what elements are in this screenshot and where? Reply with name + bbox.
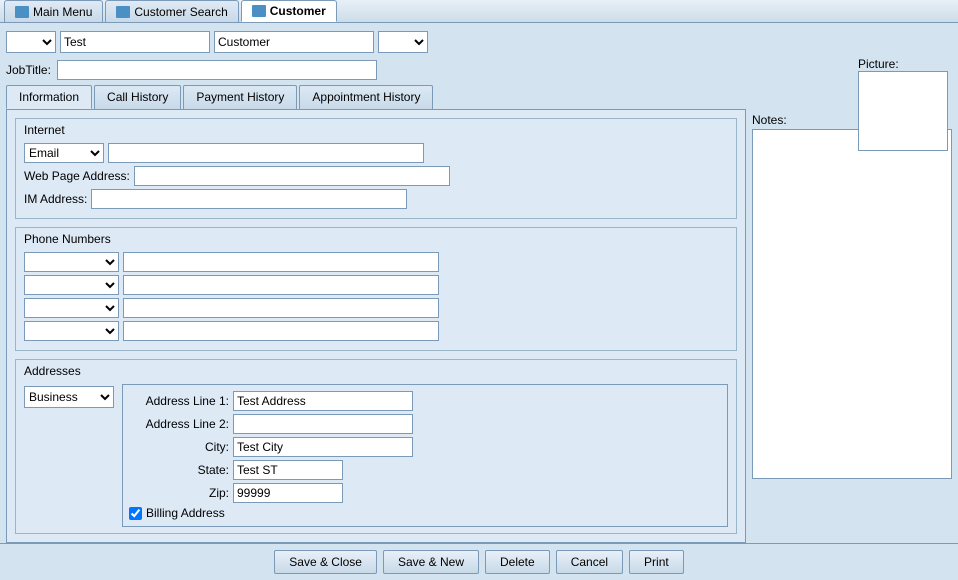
address-type-select[interactable]: Business Home Other [24, 386, 114, 408]
phone-type-select-2[interactable]: HomeWorkMobileFax [24, 275, 119, 295]
phone-row-1: HomeWorkMobileFax [24, 252, 728, 272]
tab-bar: Main Menu Customer Search Customer [0, 0, 958, 23]
tab-customer-label: Customer [270, 4, 326, 18]
information-tab-content: Internet Email Email2 Email3 [6, 110, 746, 543]
city-row: City: [129, 437, 721, 457]
tab-customer-search[interactable]: Customer Search [105, 0, 238, 22]
address-fields: Address Line 1: Address Line 2: City: [122, 384, 728, 527]
phone-input-3[interactable] [123, 298, 439, 318]
billing-checkbox[interactable] [129, 507, 142, 520]
person-icon [252, 5, 266, 17]
internet-section: Internet Email Email2 Email3 [15, 118, 737, 219]
print-button[interactable]: Print [629, 550, 684, 574]
state-input[interactable] [233, 460, 343, 480]
tab-payment-history[interactable]: Payment History [183, 85, 297, 109]
picture-area: Picture: [858, 57, 948, 151]
phone-input-4[interactable] [123, 321, 439, 341]
first-name-input[interactable] [60, 31, 210, 53]
phone-input-2[interactable] [123, 275, 439, 295]
city-label: City: [129, 440, 229, 454]
prefix-select[interactable]: Mr. Mrs. Ms. Dr. [6, 31, 56, 53]
main-window: Main Menu Customer Search Customer Pictu… [0, 0, 958, 573]
tab-customer[interactable]: Customer [241, 0, 337, 22]
jobtitle-row: JobTitle: [6, 59, 952, 81]
email-input[interactable] [108, 143, 424, 163]
home-icon [15, 6, 29, 18]
email-row: Email Email2 Email3 [24, 143, 728, 163]
billing-row: Billing Address [129, 506, 721, 520]
last-name-input[interactable] [214, 31, 374, 53]
inner-content: Picture: Mr. Mrs. Ms. Dr. Jr. Sr. II III [0, 23, 958, 543]
zip-input[interactable] [233, 483, 343, 503]
address-inner: Business Home Other Address Line 1: [24, 384, 728, 527]
tab-call-history-label: Call History [107, 90, 168, 104]
save-new-button[interactable]: Save & New [383, 550, 479, 574]
zip-row: Zip: [129, 483, 721, 503]
addresses-section: Addresses Business Home Other Address Li… [15, 359, 737, 534]
bottom-bar: Save & Close Save & New Delete Cancel Pr… [0, 543, 958, 580]
phone-row-2: HomeWorkMobileFax [24, 275, 728, 295]
suffix-select[interactable]: Jr. Sr. II III [378, 31, 428, 53]
email-type-select[interactable]: Email Email2 Email3 [24, 143, 104, 163]
notes-textarea[interactable] [752, 129, 952, 479]
webpage-input[interactable] [134, 166, 450, 186]
addr-line1-label: Address Line 1: [129, 394, 229, 408]
top-form-row: Mr. Mrs. Ms. Dr. Jr. Sr. II III [6, 29, 952, 55]
tab-payment-history-label: Payment History [196, 90, 284, 104]
addr-line2-label: Address Line 2: [129, 417, 229, 431]
left-tabs-area: Information Call History Payment History… [6, 85, 746, 543]
phone-type-select-3[interactable]: HomeWorkMobileFax [24, 298, 119, 318]
tab-main-menu[interactable]: Main Menu [4, 0, 103, 22]
picture-box [858, 71, 948, 151]
picture-label: Picture: [858, 57, 899, 71]
tab-information[interactable]: Information [6, 85, 92, 109]
zip-label: Zip: [129, 486, 229, 500]
phone-row-4: HomeWorkMobileFax [24, 321, 728, 341]
phone-row-3: HomeWorkMobileFax [24, 298, 728, 318]
phone-input-1[interactable] [123, 252, 439, 272]
billing-label: Billing Address [146, 506, 225, 520]
delete-button[interactable]: Delete [485, 550, 550, 574]
phone-type-select-4[interactable]: HomeWorkMobileFax [24, 321, 119, 341]
im-label: IM Address: [24, 192, 87, 206]
addr-line2-input[interactable] [233, 414, 413, 434]
addr-line2-row: Address Line 2: [129, 414, 721, 434]
phone-section-title: Phone Numbers [24, 232, 728, 246]
state-row: State: [129, 460, 721, 480]
webpage-label: Web Page Address: [24, 169, 130, 183]
im-row: IM Address: [24, 189, 728, 209]
addr-line1-input[interactable] [233, 391, 413, 411]
im-input[interactable] [91, 189, 407, 209]
jobtitle-label: JobTitle: [6, 63, 51, 77]
state-label: State: [129, 463, 229, 477]
phone-section: Phone Numbers HomeWorkMobileFax HomeWork… [15, 227, 737, 351]
inner-tab-bar: Information Call History Payment History… [6, 85, 746, 110]
tab-information-label: Information [19, 90, 79, 104]
phone-type-select-1[interactable]: HomeWorkMobileFax [24, 252, 119, 272]
webpage-row: Web Page Address: [24, 166, 728, 186]
cancel-button[interactable]: Cancel [556, 550, 623, 574]
tab-main-menu-label: Main Menu [33, 5, 92, 19]
internet-section-title: Internet [24, 123, 728, 137]
addresses-section-title: Addresses [24, 364, 728, 378]
city-input[interactable] [233, 437, 413, 457]
addr-line1-row: Address Line 1: [129, 391, 721, 411]
search-icon [116, 6, 130, 18]
tab-appointment-history-label: Appointment History [312, 90, 420, 104]
tab-call-history[interactable]: Call History [94, 85, 181, 109]
middle-section: Information Call History Payment History… [6, 85, 952, 543]
right-notes-area: Notes: [752, 85, 952, 543]
tab-appointment-history[interactable]: Appointment History [299, 85, 433, 109]
save-close-button[interactable]: Save & Close [274, 550, 377, 574]
tab-customer-search-label: Customer Search [134, 5, 227, 19]
jobtitle-input[interactable] [57, 60, 377, 80]
